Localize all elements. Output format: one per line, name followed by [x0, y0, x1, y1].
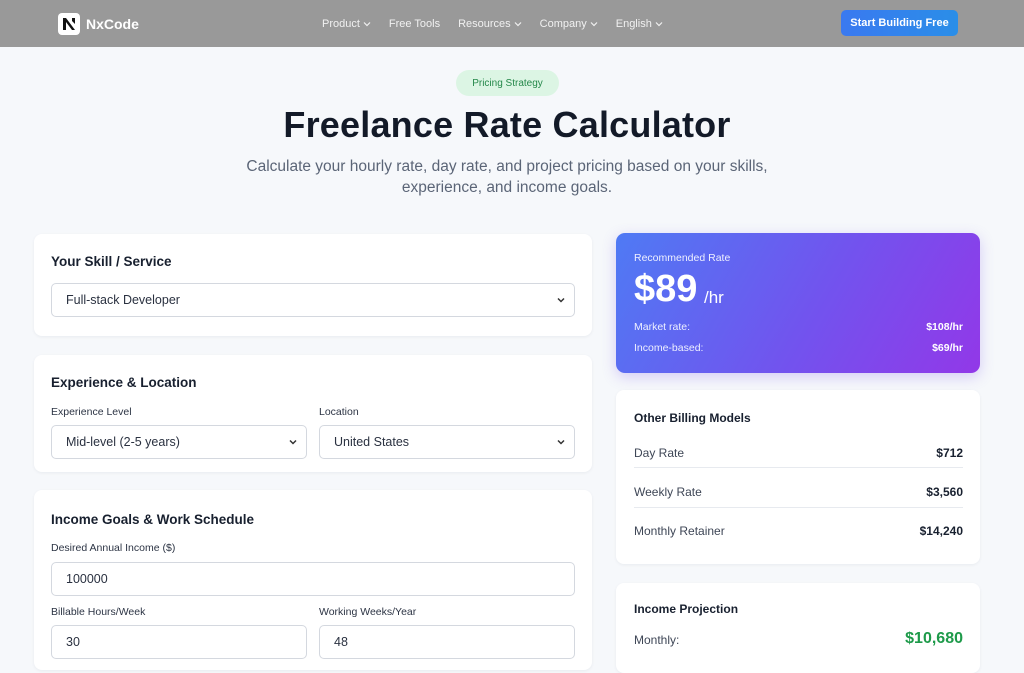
recommended-rate-label: Recommended Rate	[634, 252, 731, 264]
monthly-income-label: Monthly:	[634, 633, 680, 647]
nav-item-language[interactable]: English	[616, 18, 663, 30]
nav-item-label: Free Tools	[388, 17, 441, 30]
day-rate-value: $712	[936, 446, 963, 460]
recommended-rate-amount: $89	[634, 268, 698, 310]
divider	[634, 507, 963, 508]
nav-item-label: English	[615, 17, 652, 30]
nav-item-company[interactable]: Company	[540, 18, 598, 30]
location-value: United States	[334, 435, 410, 449]
billable-hours-value: 30	[66, 635, 80, 649]
income-projection-title: Income Projection	[634, 602, 739, 616]
monthly-income-value: $10,680	[905, 630, 963, 647]
category-badge: Pricing Strategy	[456, 70, 559, 96]
billing-models-card: Other Billing Models Day Rate $712 Weekl…	[616, 390, 980, 564]
market-rate-label: Market rate:	[634, 321, 691, 333]
income-card-title: Income Goals & Work Schedule	[51, 512, 255, 527]
recommended-rate-card: Recommended Rate $89 /hr Market rate: $1…	[616, 233, 980, 373]
billable-hours-label: Billable Hours/Week	[51, 606, 146, 618]
billing-models-title: Other Billing Models	[634, 411, 751, 425]
working-weeks-label: Working Weeks/Year	[319, 606, 417, 618]
page-title: Freelance Rate Calculator	[283, 104, 731, 145]
annual-income-label: Desired Annual Income ($)	[51, 542, 176, 554]
brand-name: NxCode	[86, 15, 139, 32]
location-select[interactable]: United States	[319, 425, 575, 459]
chevron-down-icon	[557, 297, 565, 303]
skill-card: Your Skill / Service Full-stack Develope…	[34, 234, 592, 336]
experience-level-label: Experience Level	[51, 406, 132, 418]
nav-item-product[interactable]: Product	[322, 18, 371, 30]
income-goals-card: Income Goals & Work Schedule Desired Ann…	[34, 490, 592, 670]
market-rate-value: $108/hr	[926, 321, 963, 333]
nav-item-label: Company	[539, 17, 587, 30]
chevron-down-icon	[514, 21, 522, 26]
skill-card-title: Your Skill / Service	[51, 254, 172, 269]
nav-item-label: Product	[322, 17, 360, 30]
monthly-retainer-label: Monthly Retainer	[634, 524, 725, 538]
monthly-retainer-value: $14,240	[919, 524, 963, 538]
start-building-button[interactable]: Start Building Free	[841, 10, 958, 36]
working-weeks-input[interactable]: 48	[319, 625, 575, 659]
weekly-rate-label: Weekly Rate	[634, 485, 702, 499]
income-based-label: Income-based:	[634, 342, 704, 354]
billable-hours-input[interactable]: 30	[51, 625, 307, 659]
nav-item-resources[interactable]: Resources	[458, 18, 522, 30]
experience-level-value: Mid-level (2-5 years)	[66, 435, 180, 449]
nav-item-free-tools[interactable]: Free Tools	[389, 18, 440, 30]
working-weeks-value: 48	[334, 635, 348, 649]
brand-logo[interactable]: NxCode	[58, 12, 139, 35]
experience-level-select[interactable]: Mid-level (2-5 years)	[51, 425, 307, 459]
annual-income-input[interactable]: 100000	[51, 562, 575, 596]
nav-item-label: Resources	[458, 17, 511, 30]
recommended-rate-unit: /hr	[704, 288, 724, 307]
chevron-down-icon	[590, 21, 598, 26]
page-subtitle: Calculate your hourly rate, day rate, an…	[246, 158, 768, 196]
nxcode-logo-icon	[58, 12, 80, 35]
chevron-down-icon	[655, 21, 663, 26]
day-rate-label: Day Rate	[634, 446, 685, 460]
weekly-rate-value: $3,560	[926, 485, 963, 499]
experience-location-card: Experience & Location Experience Level M…	[34, 355, 592, 472]
skill-select[interactable]: Full-stack Developer	[51, 283, 575, 317]
chevron-down-icon	[557, 439, 565, 445]
main-menu: Product Free Tools Resources Company Eng…	[322, 0, 663, 47]
divider	[634, 467, 963, 468]
top-navbar: NxCode Product Free Tools Resources Comp…	[0, 0, 1024, 47]
chevron-down-icon	[289, 439, 297, 445]
income-projection-card: Income Projection Monthly: $10,680	[616, 583, 980, 673]
experience-card-title: Experience & Location	[51, 375, 197, 390]
income-based-value: $69/hr	[932, 342, 963, 354]
skill-select-value: Full-stack Developer	[66, 293, 180, 307]
annual-income-value: 100000	[66, 572, 108, 586]
location-label: Location	[319, 406, 359, 418]
chevron-down-icon	[363, 21, 371, 26]
